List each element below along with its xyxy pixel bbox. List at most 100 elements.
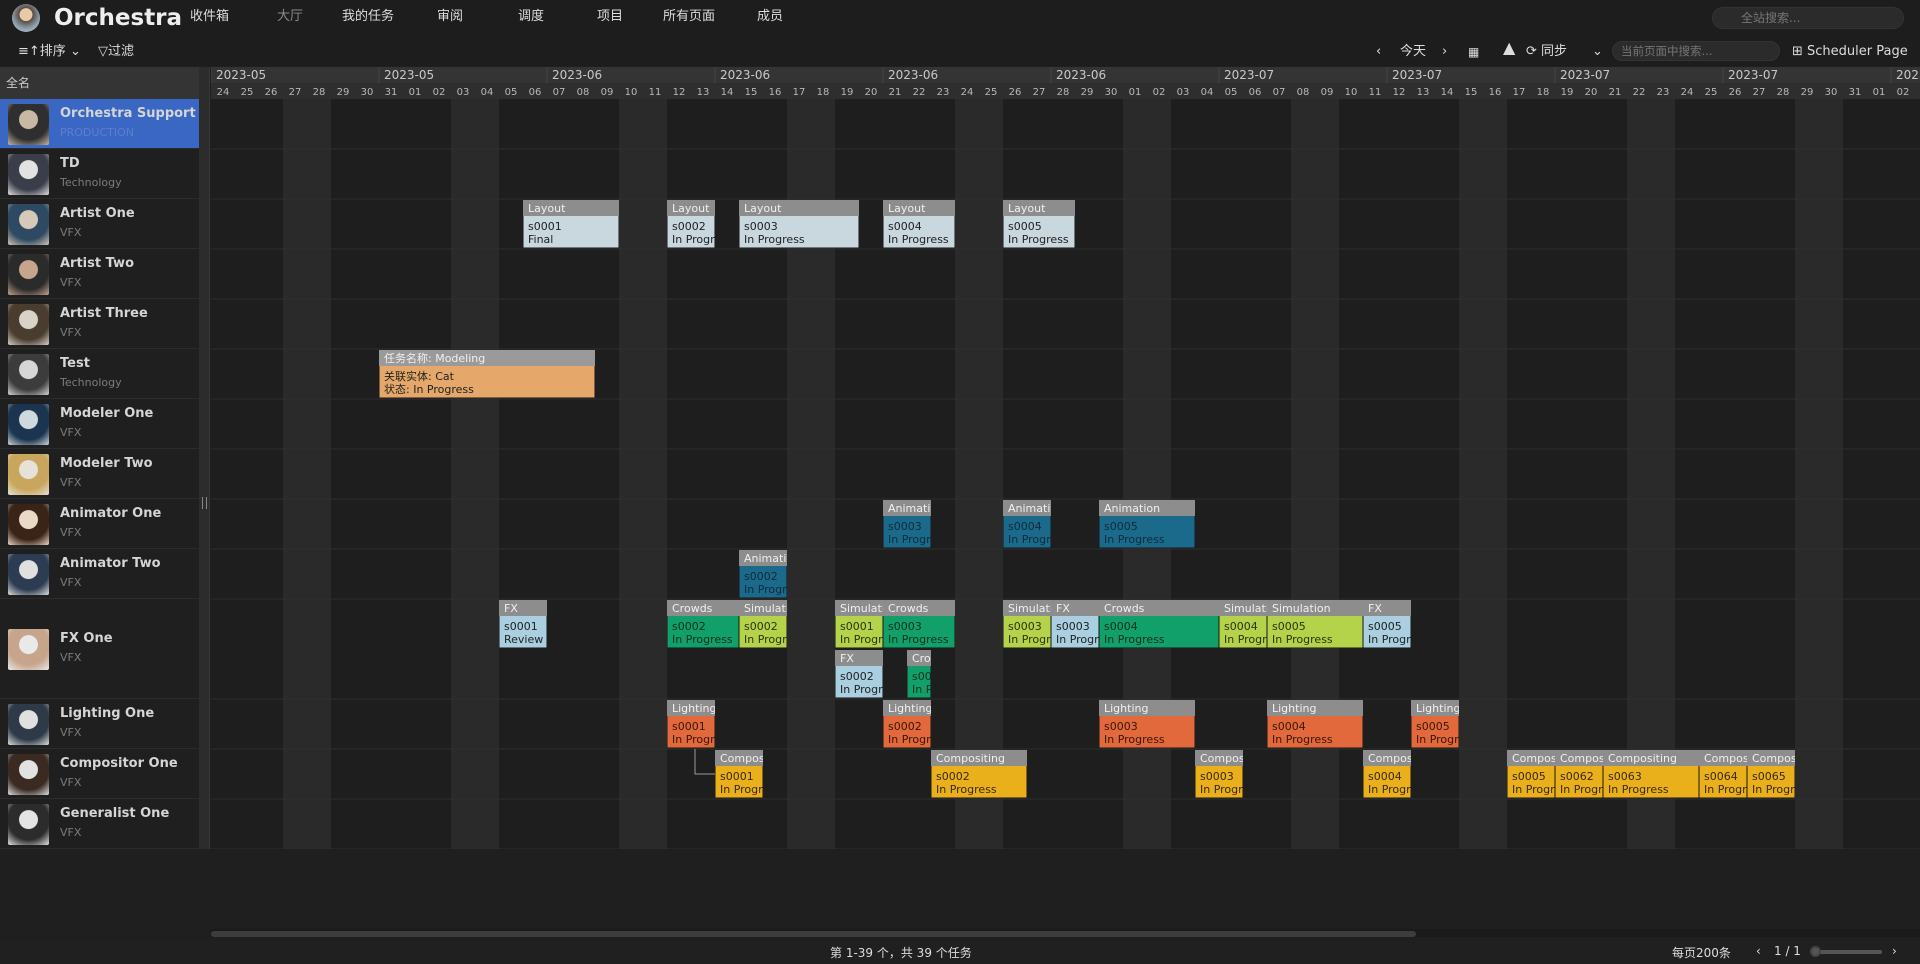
weekend-column bbox=[619, 99, 643, 849]
day-label: 24 bbox=[1681, 87, 1694, 98]
task-title: FX bbox=[840, 652, 854, 665]
task-card[interactable]: FX s0005In Progress bbox=[1363, 600, 1429, 648]
person-row[interactable]: TD Technology bbox=[0, 149, 199, 199]
task-card[interactable]: Layout s0001Final bbox=[523, 200, 619, 248]
person-row[interactable]: Animator One VFX bbox=[0, 499, 199, 549]
task-card-content: Lighting s0003In Progress bbox=[1099, 700, 1195, 748]
day-label: 25 bbox=[241, 87, 254, 98]
scheduler-page-button[interactable]: ⊞ Scheduler Page bbox=[1792, 44, 1908, 60]
nav-all-pages[interactable]: 所有页面 bbox=[663, 8, 715, 26]
task-card[interactable]: Crowds s0002In Progress bbox=[667, 600, 739, 648]
today-button[interactable]: 今天 bbox=[1400, 44, 1426, 60]
next-page-icon[interactable]: › bbox=[1892, 944, 1897, 958]
person-row[interactable]: FX One VFX bbox=[0, 599, 199, 699]
nav-members[interactable]: 成员 bbox=[757, 8, 783, 26]
task-card[interactable]: Compositing s0004In Progress bbox=[1363, 750, 1437, 798]
task-card[interactable]: Compositing s0001In Progress bbox=[715, 750, 789, 798]
day-label: 12 bbox=[673, 87, 686, 98]
zoom-slider-handle[interactable] bbox=[1810, 946, 1821, 957]
task-title: Compositing bbox=[1368, 752, 1437, 765]
scheduler-page-label: Scheduler Page bbox=[1807, 44, 1908, 59]
person-name: Animator One bbox=[60, 506, 162, 521]
task-card[interactable]: Layout s0003In Progress bbox=[739, 200, 859, 248]
task-card[interactable]: Compositing s0002In Progress bbox=[931, 750, 1027, 798]
task-card[interactable]: Lighting s0002In Progress bbox=[883, 700, 949, 748]
app-name[interactable]: Orchestra bbox=[54, 2, 182, 34]
calendar-icon[interactable]: ▦ bbox=[1468, 44, 1479, 60]
person-name: TD bbox=[60, 156, 80, 171]
nav-my-tasks[interactable]: 我的任务 bbox=[342, 8, 394, 26]
nav-inbox[interactable]: 收件箱 bbox=[190, 8, 229, 26]
task-card[interactable]: Simulation s0005In Progress bbox=[1267, 600, 1363, 648]
task-entity: s0003 bbox=[744, 220, 778, 233]
task-card[interactable]: Crowds s0004In Progress bbox=[1099, 600, 1219, 648]
fullname-column-header[interactable]: 全名 bbox=[0, 67, 199, 99]
task-card[interactable]: 任务名称: Modeling 关联实体: Cat状态: In Progress bbox=[379, 350, 595, 398]
task-card[interactable]: Layout s0002In Progress bbox=[667, 200, 733, 248]
next-range-icon[interactable]: › bbox=[1442, 44, 1447, 60]
person-row[interactable]: Animator Two VFX bbox=[0, 549, 199, 599]
person-name: Orchestra Support bbox=[60, 106, 196, 121]
day-label: 03 bbox=[1177, 87, 1190, 98]
global-search-input[interactable] bbox=[1712, 7, 1904, 29]
task-card-content: Animation s0005In Progress bbox=[1099, 500, 1195, 548]
weekend-column bbox=[1459, 99, 1483, 849]
task-card[interactable]: Lighting s0001In Progress bbox=[667, 700, 733, 748]
avatar bbox=[8, 803, 49, 845]
person-row[interactable]: Orchestra Support PRODUCTION bbox=[0, 99, 199, 149]
task-card[interactable]: Lighting s0004In Progress bbox=[1267, 700, 1363, 748]
person-row[interactable]: Test Technology bbox=[0, 349, 199, 399]
nav-review[interactable]: 审阅 bbox=[437, 8, 463, 26]
task-card[interactable]: FX s0002In Progress bbox=[835, 650, 901, 698]
person-row[interactable]: Artist Three VFX bbox=[0, 299, 199, 349]
task-status: In Progress bbox=[1272, 633, 1333, 646]
page-search-input[interactable] bbox=[1612, 41, 1780, 61]
task-card[interactable]: Layout s0004In Progress bbox=[883, 200, 955, 248]
person-row[interactable]: Compositor One VFX bbox=[0, 749, 199, 799]
task-card[interactable]: Layout s0005In Progress bbox=[1003, 200, 1075, 248]
drag-handle-icon[interactable] bbox=[202, 497, 207, 509]
person-row[interactable]: Artist One VFX bbox=[0, 199, 199, 249]
task-card[interactable]: Animation s0004In Progress bbox=[1003, 500, 1069, 548]
scrollbar-thumb[interactable] bbox=[211, 931, 1416, 937]
task-card[interactable]: Compositing s0003In Progress bbox=[1195, 750, 1269, 798]
nav-lobby[interactable]: 大厅 bbox=[277, 8, 303, 26]
schedule-timeline: 2023-05 2023-05 2023-06 2023-06 2023-06 2023-… bbox=[211, 67, 1920, 849]
person-department: VFX bbox=[60, 576, 82, 589]
task-entity: s0004 bbox=[1368, 770, 1402, 783]
panel-splitter[interactable] bbox=[199, 67, 210, 849]
day-label: 04 bbox=[481, 87, 494, 98]
task-title: Crowds bbox=[1104, 602, 1145, 615]
page-search-scope-chevron-icon[interactable]: ⌄ bbox=[1592, 44, 1603, 60]
nav-schedule[interactable]: 调度 bbox=[518, 8, 544, 26]
day-label: 01 bbox=[1129, 87, 1142, 98]
day-label: 15 bbox=[1465, 87, 1478, 98]
person-row[interactable]: Generalist One VFX bbox=[0, 799, 199, 849]
nav-projects[interactable]: 项目 bbox=[597, 8, 623, 26]
task-card[interactable]: Compositing s0063In Progress bbox=[1603, 750, 1699, 798]
task-card[interactable]: Crowds s0003In Progress bbox=[883, 600, 955, 648]
task-card[interactable]: FX s0001Review bbox=[499, 600, 547, 648]
person-row[interactable]: Artist Two VFX bbox=[0, 249, 199, 299]
page-size-select[interactable]: 每页200条 bbox=[1672, 944, 1731, 961]
task-card[interactable]: Animation s0005In Progress bbox=[1099, 500, 1195, 548]
person-row[interactable]: Modeler Two VFX bbox=[0, 449, 199, 499]
task-card[interactable]: Lighting s0003In Progress bbox=[1099, 700, 1195, 748]
horizontal-scrollbar[interactable] bbox=[211, 929, 1920, 937]
prev-page-icon[interactable]: ‹ bbox=[1756, 944, 1761, 958]
day-label: 19 bbox=[1561, 87, 1574, 98]
person-row[interactable]: Modeler One VFX bbox=[0, 399, 199, 449]
task-entity: s0002 bbox=[888, 720, 922, 733]
person-row[interactable]: Lighting One VFX bbox=[0, 699, 199, 749]
task-card[interactable]: Animation s0003In Progress bbox=[883, 500, 949, 548]
avatar bbox=[8, 103, 49, 145]
filter-button[interactable]: ▽过滤 bbox=[98, 44, 134, 60]
day-label: 13 bbox=[1417, 87, 1430, 98]
user-avatar-icon[interactable] bbox=[12, 4, 40, 32]
sync-button[interactable]: ⟳ 同步 bbox=[1526, 44, 1567, 60]
prev-range-icon[interactable]: ‹ bbox=[1376, 44, 1381, 60]
zoom-slider[interactable] bbox=[1812, 950, 1882, 954]
sort-button[interactable]: ≡↑排序 ⌄ bbox=[18, 44, 81, 60]
weekend-column bbox=[955, 99, 979, 849]
task-card-content: Lighting s0004In Progress bbox=[1267, 700, 1363, 748]
